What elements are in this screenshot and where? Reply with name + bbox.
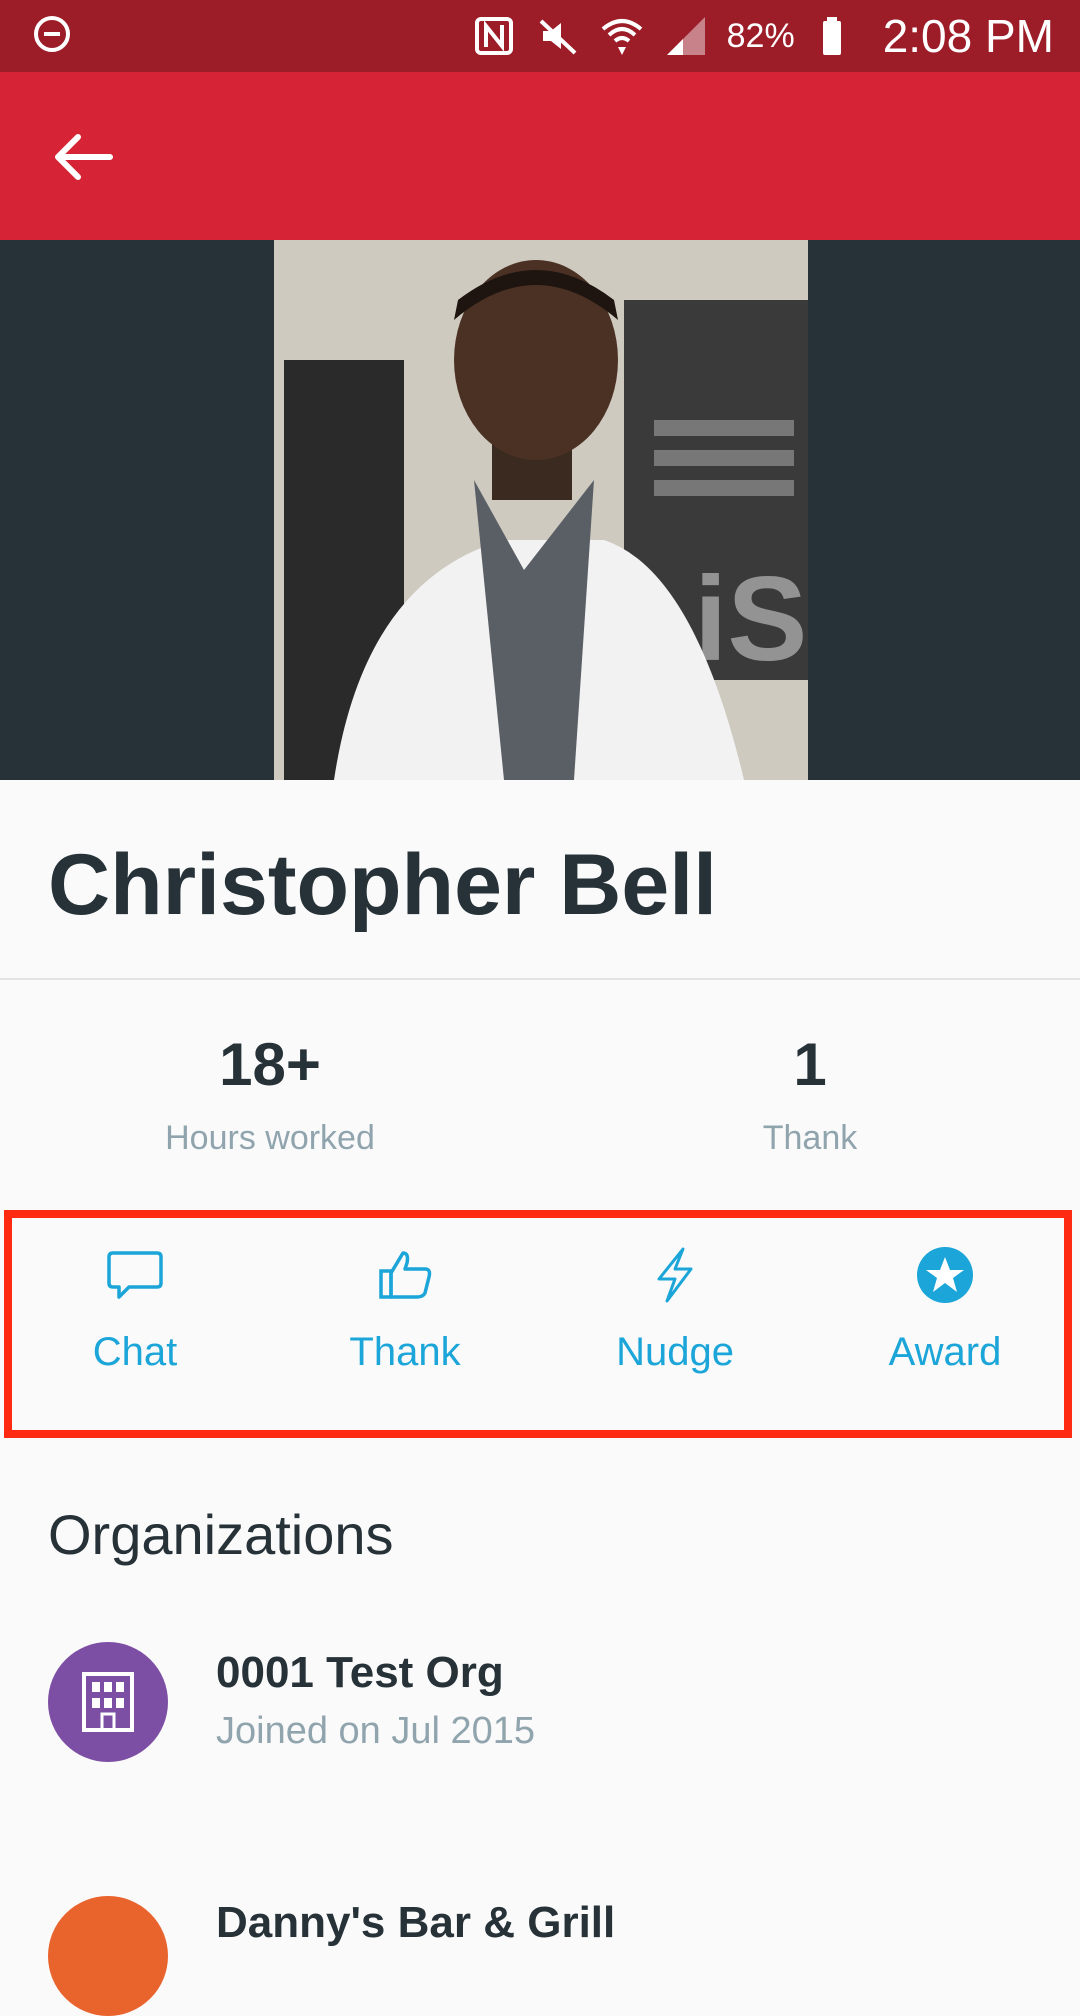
signal-icon [663,13,709,59]
svg-text:iS: iS [694,552,807,686]
wifi-icon [599,13,645,59]
profile-header: iS [0,240,1080,780]
app-bar [0,72,1080,240]
stat-value: 18+ [219,1031,321,1098]
org-name: Danny's Bar & Grill [216,1898,616,1947]
org-avatar [48,1896,168,2016]
stat-thanks: 1 Thank [540,1030,1080,1158]
stat-value: 1 [793,1031,827,1098]
mute-icon [535,13,581,59]
stats-row: 18+ Hours worked 1 Thank [0,980,1080,1204]
org-avatar [48,1642,168,1762]
building-icon [82,1672,134,1732]
chat-bubble-icon [107,1251,163,1299]
list-item[interactable]: 0001 Test Org Joined on Jul 2015 [0,1640,1080,1764]
stat-label: Hours worked [165,1119,375,1157]
thank-label: Thank [349,1330,461,1374]
action-bar: Chat Thank Nudge Award [0,1240,1080,1410]
chat-label: Chat [92,1330,178,1374]
list-item[interactable]: Danny's Bar & Grill [0,1880,1080,2016]
stat-hours-worked: 18+ Hours worked [0,1030,540,1158]
thank-button[interactable]: Thank [270,1240,540,1410]
stat-label: Thank [762,1119,858,1157]
nudge-label: Nudge [616,1330,734,1374]
status-bar: 82% 2:08 PM [0,0,1080,72]
award-button[interactable]: Award [810,1240,1080,1410]
lightning-icon [657,1247,693,1303]
organizations-heading: Organizations [48,1503,394,1566]
do-not-disturb-icon [34,16,70,52]
star-badge-icon [917,1247,973,1303]
chat-button[interactable]: Chat [0,1240,270,1410]
battery-icon [813,13,859,59]
org-name: 0001 Test Org [216,1648,504,1697]
name-section: Christopher Bell [0,780,1080,980]
nfc-icon [471,13,517,59]
profile-name: Christopher Bell [48,837,717,933]
back-button[interactable] [48,122,118,192]
nudge-button[interactable]: Nudge [540,1240,810,1410]
profile-photo: iS [274,240,808,780]
arrow-left-icon [55,134,113,180]
thumbs-up-icon [379,1251,432,1299]
award-label: Award [888,1330,1002,1374]
battery-percent: 82% [726,16,795,55]
clock: 2:08 PM [882,10,1054,62]
org-joined-date: Joined on Jul 2015 [216,1710,536,1752]
